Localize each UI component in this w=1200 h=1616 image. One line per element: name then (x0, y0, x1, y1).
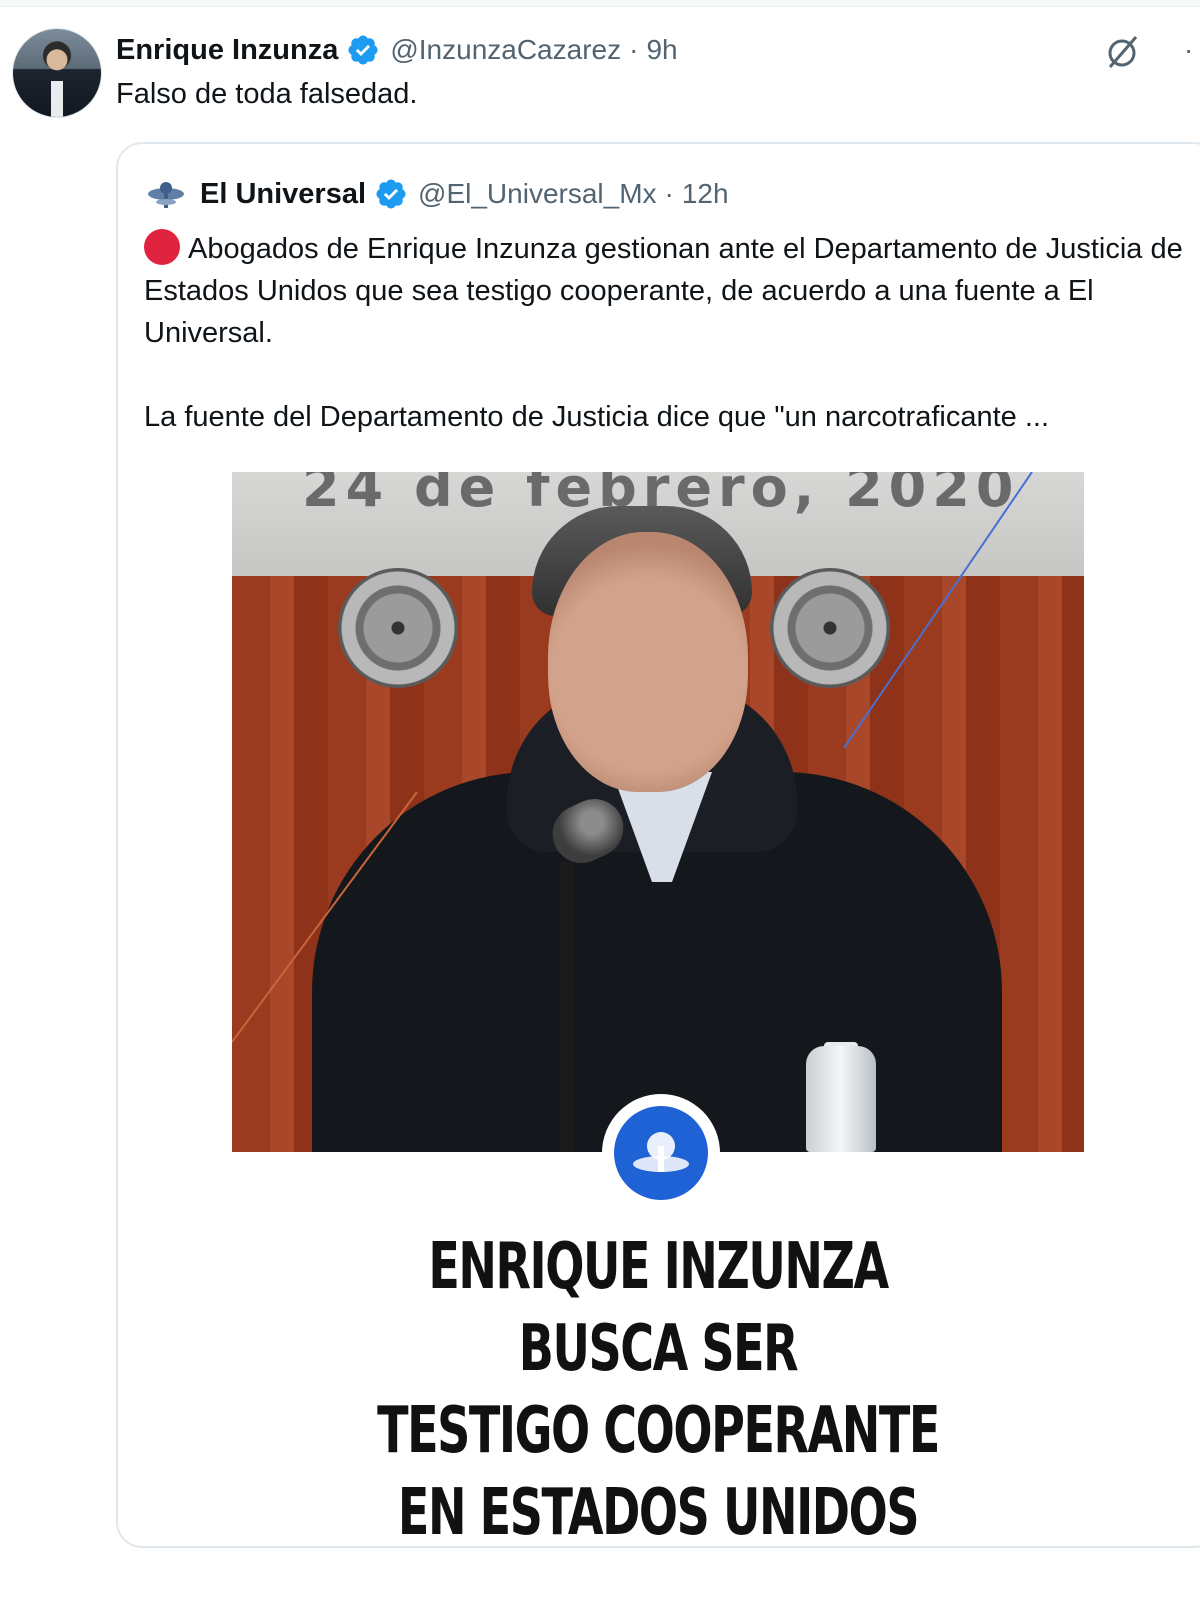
verified-badge-icon (348, 35, 378, 65)
quoted-author-handle[interactable]: @El_Universal_Mx (418, 178, 657, 210)
author-name[interactable]: Enrique Inzunza (116, 34, 338, 67)
news-photo[interactable]: 24 de febrero, 2020 (232, 472, 1084, 1152)
quoted-paragraph-2: La fuente del Departamento de Justicia d… (144, 401, 1050, 433)
headline-line-1: ENRIQUE INZUNZA BUSCA SER (428, 1230, 889, 1386)
time-separator: · (664, 178, 674, 209)
verified-badge-icon (376, 179, 406, 209)
quoted-tweet-time[interactable]: 12h (682, 178, 729, 210)
author-handle[interactable]: @InzunzaCazarez (390, 34, 621, 66)
el-universal-logo-icon (148, 182, 184, 208)
grok-icon[interactable] (1102, 32, 1142, 72)
more-icon[interactable]: · (1184, 30, 1200, 70)
tweet-text: Falso de toda falsedad. (116, 78, 418, 110)
quoted-paragraph-1: Abogados de Enrique Inzunza gestionan an… (144, 228, 1194, 354)
top-divider (0, 0, 1200, 7)
image-headline: ENRIQUE INZUNZA BUSCA SER TESTIGO COOPER… (370, 1226, 946, 1554)
quoted-tweet-text: Abogados de Enrique Inzunza gestionan an… (144, 228, 1194, 438)
author-avatar[interactable] (12, 28, 102, 118)
el-universal-emblem (602, 1094, 720, 1212)
tweet-time[interactable]: 9h (646, 34, 677, 66)
tweet-header: Enrique Inzunza @InzunzaCazarez · 9h (116, 30, 678, 70)
headline-line-2: TESTIGO COOPERANTE (377, 1394, 940, 1468)
photo-overlay-lines (232, 472, 1033, 1043)
quoted-tweet-header: El Universal @El_Universal_Mx · 12h (144, 174, 729, 214)
quoted-author-name[interactable]: El Universal (200, 178, 366, 211)
time-separator: · (629, 34, 639, 65)
quoted-paragraph-1-text: Abogados de Enrique Inzunza gestionan an… (144, 233, 1183, 349)
headline-line-3: EN ESTADOS UNIDOS (397, 1476, 920, 1550)
red-circle-icon (144, 229, 180, 265)
quoted-tweet-card[interactable]: El Universal @El_Universal_Mx · 12h Abog… (116, 142, 1200, 1550)
